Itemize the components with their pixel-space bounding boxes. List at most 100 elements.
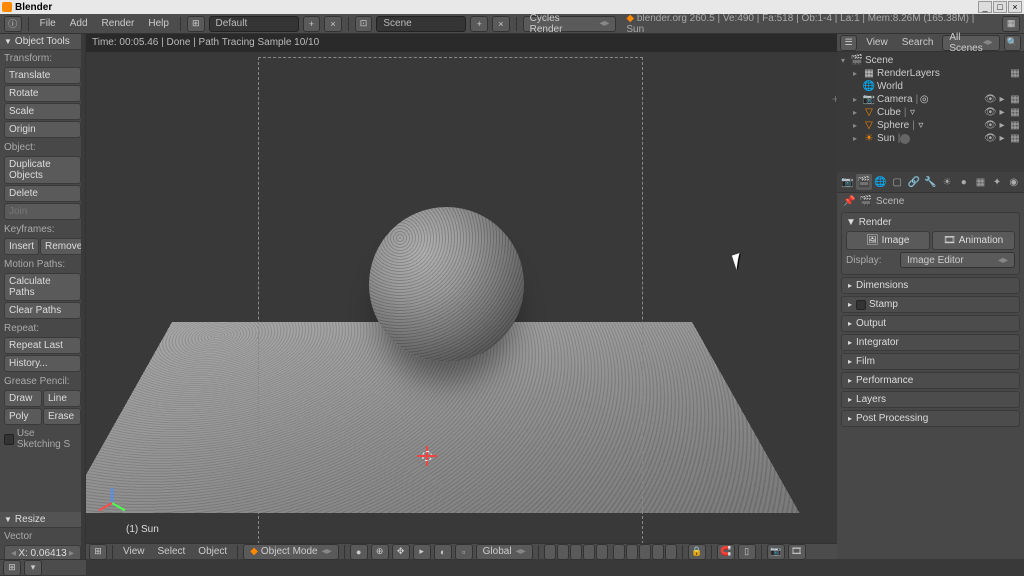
orientation-dropdown[interactable]: Global◂▸ — [476, 544, 533, 560]
calc-paths-button[interactable]: Calculate Paths — [4, 273, 81, 301]
tree-camera[interactable]: ▸📷Camera|◎👁▸▦ — [837, 93, 1024, 106]
tree-renderlayers[interactable]: ▸▦RenderLayers▦ — [837, 67, 1024, 80]
mode-dropdown[interactable]: ◆Object Mode◂▸ — [243, 544, 338, 560]
panel-postprocessing[interactable]: ▸Post Processing — [841, 410, 1020, 427]
clear-paths-button[interactable]: Clear Paths — [4, 302, 81, 319]
rotate-button[interactable]: Rotate — [4, 85, 81, 102]
file-menu[interactable]: File — [35, 18, 61, 29]
insert-keyframe-button[interactable]: Insert — [4, 238, 39, 255]
eye-icon[interactable]: 👁 — [984, 94, 994, 105]
operator-header[interactable]: ▼Resize — [0, 512, 85, 528]
pin-icon[interactable]: 📌 — [843, 196, 855, 207]
object-menu[interactable]: Object — [193, 546, 232, 557]
tab-modifier-icon[interactable]: 🔧 — [922, 174, 939, 190]
origin-button[interactable]: Origin — [4, 121, 81, 138]
tree-sphere[interactable]: ▸▽Sphere|▿👁▸▦ — [837, 119, 1024, 132]
tab-particle-icon[interactable]: ✦ — [989, 174, 1006, 190]
pivot-icon[interactable]: ⊕ — [371, 544, 389, 560]
snap-icon[interactable]: 🧲 — [717, 544, 735, 560]
scene-field[interactable]: Scene — [376, 16, 466, 32]
opengl-render-icon[interactable]: 📷 — [767, 544, 785, 560]
scale-button[interactable]: Scale — [4, 103, 81, 120]
tab-render-icon[interactable]: 📷 — [839, 174, 856, 190]
opengl-anim-icon[interactable]: 🎞 — [788, 544, 806, 560]
outliner-view-menu[interactable]: View — [861, 37, 893, 48]
panel-performance[interactable]: ▸Performance — [841, 372, 1020, 389]
minimize-button[interactable]: _ — [978, 1, 992, 13]
panel-integrator[interactable]: ▸Integrator — [841, 334, 1020, 351]
region-toggle-icon[interactable]: + — [832, 92, 837, 106]
panel-output[interactable]: ▸Output — [841, 315, 1020, 332]
tab-constraint-icon[interactable]: 🔗 — [906, 174, 923, 190]
delete-button[interactable]: Delete — [4, 185, 81, 202]
translate-button[interactable]: Translate — [4, 67, 81, 84]
render-engine-dropdown[interactable]: Cycles Render ◂▸ — [523, 16, 617, 32]
layout-remove-icon[interactable]: × — [324, 16, 342, 32]
editor-type-icon[interactable]: ⓘ — [4, 16, 22, 32]
gp-poly-button[interactable]: Poly — [4, 408, 42, 425]
resize-x-field[interactable]: ◂X: 0.06413▸ — [4, 545, 81, 559]
remove-keyframe-button[interactable]: Remove — [40, 238, 86, 255]
gp-draw-button[interactable]: Draw — [4, 390, 42, 407]
layout-field[interactable]: Default — [209, 16, 299, 32]
repeat-last-button[interactable]: Repeat Last — [4, 337, 81, 354]
scene-add-icon[interactable]: + — [470, 16, 488, 32]
render-animation-button[interactable]: 🎞 Animation — [932, 231, 1016, 250]
tab-scene-icon[interactable]: 🎬 — [856, 174, 873, 190]
tab-material-icon[interactable]: ● — [955, 174, 972, 190]
display-dropdown[interactable]: Image Editor◂▸ — [900, 252, 1015, 268]
panel-film[interactable]: ▸Film — [841, 353, 1020, 370]
left-editor-icon[interactable]: ⊞ — [3, 560, 21, 576]
close-button[interactable]: × — [1008, 1, 1022, 13]
lock-camera-icon[interactable]: 🔒 — [688, 544, 706, 560]
tree-cube[interactable]: ▸▽Cube|▿👁▸▦ — [837, 106, 1024, 119]
select-menu[interactable]: Select — [153, 546, 191, 557]
outliner-search-menu[interactable]: Search — [897, 37, 939, 48]
snap-type-icon[interactable]: ▯ — [738, 544, 756, 560]
scene-remove-icon[interactable]: × — [492, 16, 510, 32]
select-icon[interactable]: ▸ — [997, 94, 1007, 105]
outliner-tree[interactable]: ▾🎬Scene ▸▦RenderLayers▦ 🌐World ▸📷Camera|… — [837, 52, 1024, 172]
gp-line-button[interactable]: Line — [43, 390, 81, 407]
tab-object-icon[interactable]: ▢ — [889, 174, 906, 190]
outliner-filter-dropdown[interactable]: All Scenes◂▸ — [942, 35, 999, 51]
tab-world-icon[interactable]: 🌐 — [872, 174, 889, 190]
add-menu[interactable]: Add — [65, 18, 93, 29]
render-result-icon[interactable]: ▦ — [1002, 16, 1020, 32]
maximize-button[interactable]: □ — [993, 1, 1007, 13]
help-menu[interactable]: Help — [143, 18, 174, 29]
join-button[interactable]: Join — [4, 203, 81, 220]
tree-world[interactable]: 🌐World — [837, 80, 1024, 93]
shading-icon[interactable]: ● — [350, 544, 368, 560]
view-menu[interactable]: View — [118, 546, 150, 557]
tools-header[interactable]: ▼Object Tools — [0, 34, 85, 50]
view3d-editor-icon[interactable]: ⊞ — [89, 544, 107, 560]
toolshelf-scrollbar[interactable] — [81, 34, 85, 559]
render-image-button[interactable]: 🖼 Image — [846, 231, 930, 250]
manip-translate-icon[interactable]: ▸ — [413, 544, 431, 560]
manipulator-icon[interactable]: ✥ — [392, 544, 410, 560]
tree-sun[interactable]: ▸☀Sun|👁▸▦ — [837, 132, 1024, 145]
outliner-editor-icon[interactable]: ☰ — [840, 35, 857, 51]
viewport-canvas[interactable]: (1) Sun + — [86, 52, 837, 543]
manip-scale-icon[interactable]: ▫ — [455, 544, 473, 560]
sketching-checkbox[interactable]: Use Sketching S — [0, 426, 85, 452]
tree-scene[interactable]: ▾🎬Scene — [837, 54, 1024, 67]
scene-browse-icon[interactable]: ⊡ — [355, 16, 373, 32]
history-button[interactable]: History... — [4, 355, 81, 372]
outliner-search-icon[interactable]: 🔍 — [1004, 35, 1021, 51]
left-down-icon[interactable]: ▾ — [24, 560, 42, 576]
tab-physics-icon[interactable]: ◉ — [1005, 174, 1022, 190]
layer-buttons[interactable] — [544, 544, 677, 560]
tab-texture-icon[interactable]: ▦ — [972, 174, 989, 190]
render-toggle-icon[interactable]: ▦ — [1010, 68, 1020, 79]
render-icon[interactable]: ▦ — [1010, 94, 1020, 105]
tab-data-icon[interactable]: ☀ — [939, 174, 956, 190]
layout-browse-icon[interactable]: ⊞ — [187, 16, 205, 32]
panel-stamp[interactable]: ▸Stamp — [841, 296, 1020, 313]
panel-layers[interactable]: ▸Layers — [841, 391, 1020, 408]
gp-erase-button[interactable]: Erase — [43, 408, 81, 425]
duplicate-button[interactable]: Duplicate Objects — [4, 156, 81, 184]
manip-rotate-icon[interactable]: ◐ — [434, 544, 452, 560]
layout-add-icon[interactable]: + — [303, 16, 321, 32]
